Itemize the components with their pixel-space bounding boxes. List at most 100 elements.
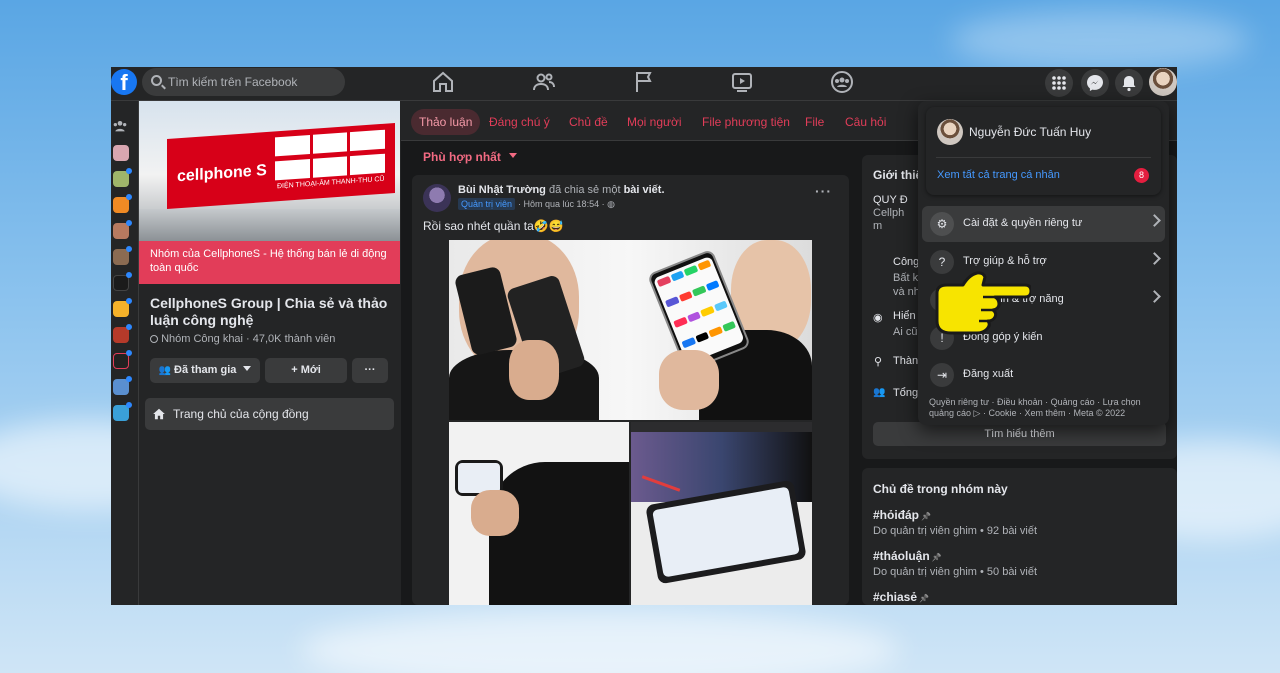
profile-card[interactable]: Nguyễn Đức Tuấn Huy Xem tất cả trang cá … [926,107,1161,195]
friends-icon[interactable] [532,70,556,94]
topic-tag[interactable]: #chiasẻ [873,590,929,604]
about-row: Ai cũ [893,326,917,338]
author-avatar[interactable] [423,184,451,212]
tab-questions[interactable]: Câu hỏi [837,109,894,135]
post-options-button[interactable]: ··· [815,183,832,199]
topic-tag[interactable]: #tháoluận [873,549,1037,563]
home-icon[interactable] [431,70,455,94]
group-shortcut-rail [111,101,139,605]
phone-screen [652,486,800,578]
about-row-title: Tổng [893,387,919,399]
post-photo[interactable] [449,240,812,420]
chevron-right-icon [1148,252,1161,265]
community-home-link[interactable]: Trang chủ của cộng đồng [145,398,394,430]
store-banner: cellphone S ĐIỆN THOẠI-ÂM THANH-THU CŨ [167,123,395,209]
tab-discussion[interactable]: Thảo luận [411,109,481,135]
post-action: đã chia sẻ một [545,184,624,196]
unread-dot [126,376,132,382]
about-row-title: QUY Đ [873,194,908,206]
tab-media[interactable]: File phương tiện [694,109,798,135]
account-menu: Nguyễn Đức Tuấn Huy Xem tất cả trang cá … [918,101,1169,425]
groups-icon[interactable] [112,119,128,133]
about-row-title: Công [893,256,920,268]
search-input[interactable]: Tìm kiếm trên Facebook [142,68,345,96]
about-row: và nh [893,286,920,298]
topic-item[interactable]: #chiasẻ [873,590,929,604]
group-cover-photo: cellphone S ĐIỆN THOẠI-ÂM THANH-THU CŨ [139,101,400,249]
feed-post: Bùi Nhật Trường đã chia sẻ một bài viết.… [412,175,849,605]
profile-name[interactable]: Nguyễn Đức Tuấn Huy [969,125,1091,139]
post-photo[interactable] [631,422,812,605]
post-photos[interactable] [449,240,812,605]
tab-topics[interactable]: Chủ đề [561,109,616,135]
topic-tag[interactable]: #hỏiđáp [873,508,1037,522]
menu-item-logout[interactable]: ⇥ Đăng xuất [922,357,1165,393]
group-title[interactable]: CellphoneS Group | Chia sẻ và thảo luận … [150,295,390,329]
notifications-icon[interactable] [1115,69,1143,97]
about-row-title: Thàn [893,355,919,367]
top-navigation-bar: f Tìm kiếm trên Facebook [111,67,1177,101]
pages-icon[interactable] [632,70,656,94]
learn-more-button[interactable]: Tìm hiểu thêm [873,422,1166,446]
topic-item[interactable]: #hỏiđáp Do quản trị viên ghim • 92 bài v… [873,508,1037,537]
unread-dot [126,272,132,278]
tab-people[interactable]: Mọi người [619,109,690,135]
see-all-profiles-link[interactable]: Xem tất cả trang cá nhân [937,169,1060,181]
photo-hand [659,350,719,410]
unread-dot [126,350,132,356]
joined-button[interactable]: 👥 Đã tham gia [150,358,260,383]
invite-button[interactable]: + Mới [265,358,347,383]
menu-item-settings-privacy[interactable]: ⚙ Cài đặt & quyền riêng tư [922,206,1165,242]
about-heading: Giới thiệ [873,168,923,182]
group-joined-icon: 👥 [158,365,171,376]
eye-icon: ◉ [873,312,883,324]
tab-featured[interactable]: Đáng chú ý [481,109,558,135]
about-overview: Tổng [893,387,918,399]
tab-files[interactable]: File [797,109,832,135]
about-row-sub: Ai cũ [893,326,918,338]
group-members-icon: 👥 [873,387,886,398]
topics-heading: Chủ đề trong nhóm này [873,482,1008,496]
about-row-sub: Cellph [873,207,905,219]
messenger-icon[interactable] [1081,69,1109,97]
facebook-logo[interactable]: f [111,69,137,95]
facebook-window: f Tìm kiếm trên Facebook cellphone S ĐIỆ… [111,67,1177,605]
menu-grid-icon[interactable] [1045,69,1073,97]
about-location: Thàn [893,355,918,367]
unread-dot [126,402,132,408]
photo-hand [509,340,559,400]
menu-item-label: Đăng xuất [963,368,1014,380]
chevron-right-icon [1148,214,1161,227]
unread-dot [126,298,132,304]
about-row: Bất k [893,272,918,284]
group-sidebar: cellphone S ĐIỆN THOẠI-ÂM THANH-THU CŨ N… [139,101,401,605]
menu-footer-links[interactable]: Quyền riêng tư · Điều khoản · Quảng cáo … [929,397,1159,419]
account-avatar[interactable] [1149,68,1177,96]
topic-item[interactable]: #tháoluận Do quản trị viên ghim • 50 bài… [873,549,1037,578]
about-row: Cellph [873,207,904,219]
about-visible: Hiển [893,310,916,322]
post-photo[interactable] [449,422,629,605]
about-public: Công [893,256,919,268]
about-row-sub: Bất k [893,272,919,284]
post-time[interactable]: · Hôm qua lúc 18:54 · [518,199,607,209]
chevron-down-icon [243,366,252,375]
brand-logos [275,129,385,182]
logout-icon: ⇥ [930,363,954,387]
author-name[interactable]: Bùi Nhật Trường [458,184,546,196]
shared-post-link[interactable]: bài viết. [624,184,665,196]
more-options-button[interactable]: ··· [352,358,388,383]
about-row-sub: m [873,220,883,232]
post-header: Bùi Nhật Trường đã chia sẻ một bài viết. [458,184,665,196]
phone-screen [652,255,745,365]
unread-dot [126,246,132,252]
group-topics-card: Chủ đề trong nhóm này #hỏiđáp Do quản tr… [862,468,1177,605]
cloud [950,10,1250,70]
unread-dot [126,194,132,200]
watch-icon[interactable] [730,70,754,94]
group-shortcut-icon[interactable] [113,145,129,161]
profile-avatar [937,119,963,145]
groups-icon[interactable] [830,70,854,94]
divider [936,157,1151,158]
sort-dropdown[interactable]: Phù hợp nhất [423,150,517,164]
